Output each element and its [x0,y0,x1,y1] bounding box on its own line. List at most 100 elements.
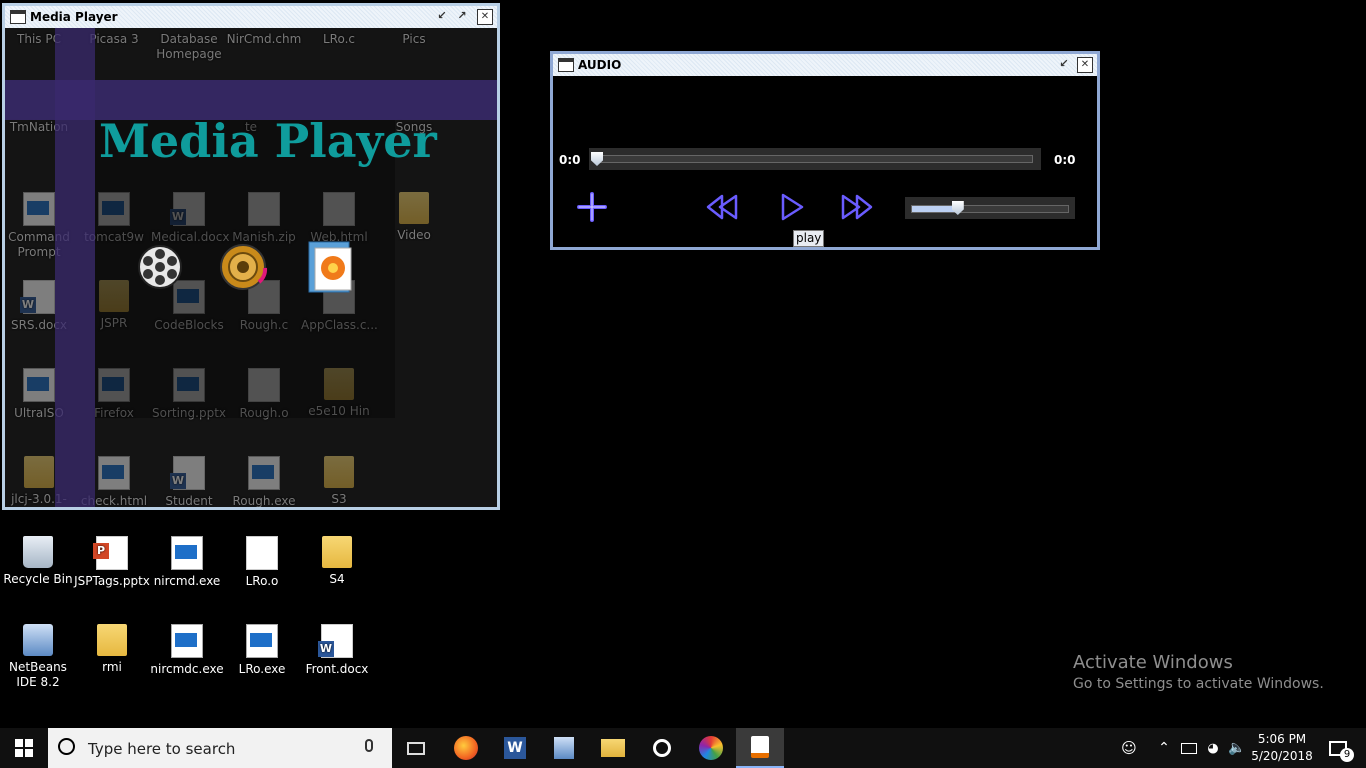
notification-badge: 9 [1340,748,1354,762]
taskbar-app-picasa[interactable] [687,728,735,768]
photos-icon[interactable] [305,238,357,296]
recycle-bin-icon [23,536,53,568]
audio-title-bar[interactable]: AUDIO ↙ ✕ [553,54,1097,76]
desktop-icon-label: nircmdc.exe [150,662,224,676]
desktop-icon-label: LRo.o [245,574,279,588]
desktop-icon-label: rmi [102,660,122,674]
file-explorer-icon [601,739,625,757]
taskbar-app-file-explorer[interactable] [589,728,637,768]
seek-slider[interactable] [589,148,1041,170]
desktop-icon-label: Recycle Bin [3,572,73,586]
play-button[interactable] [775,192,809,222]
media-player-heading: Media Player [99,114,437,168]
battery-icon [1181,742,1197,754]
volume-button[interactable]: 🔈 [1226,728,1248,768]
folder-icon [97,624,127,656]
taskbar-app-media[interactable] [638,728,686,768]
play-icon [781,193,804,221]
wifi-icon: ◕ [1207,740,1219,756]
desktop-icon-recycle-bin[interactable]: Recycle Bin [0,536,76,587]
minimize-button[interactable]: ↙ [435,9,449,23]
action-center-button[interactable]: 9 [1318,728,1358,768]
desktop-icon-label: JSPTags.pptx [74,574,150,588]
media-player-content: This PC Picasa 3 Database Homepage NirCm… [5,28,497,507]
netbeans-icon [23,624,53,656]
desktop-icon-label: NetBeans IDE 8.2 [9,660,67,689]
folder-icon [322,536,352,568]
clock-time: 5:06 PM [1257,732,1307,746]
audio-content: 0:0 0:0 play [553,76,1097,247]
search-input[interactable]: Type here to search [48,728,392,768]
clock-date: 5/20/2018 [1251,749,1313,763]
seek-track [595,155,1033,163]
video-reel-icon[interactable] [137,244,183,290]
executable-icon [246,624,278,658]
people-button[interactable]: ☺ [1116,728,1142,768]
close-button[interactable]: ✕ [1077,57,1093,73]
restore-button[interactable]: ↙ [1057,57,1071,71]
behind-icon: Database Homepage [156,32,222,61]
maximize-button[interactable]: ↗ [455,9,469,23]
windows-logo-icon [15,739,33,757]
media-player-title-bar[interactable]: Media Player ↙ ↗ ✕ [5,6,497,28]
fast-forward-icon [841,194,873,220]
media-player-window[interactable]: Media Player ↙ ↗ ✕ This PC Picasa 3 Data… [2,3,500,510]
taskbar: Type here to search W ☺ ⌃ ◕ 🔈 5:06 PM 5/… [0,728,1366,768]
powerpoint-file-icon [93,536,128,570]
cortana-icon [58,738,75,755]
speaker-tray-icon: 🔈 [1228,740,1246,756]
behind-icon: Pics [402,32,426,46]
microphone-icon[interactable] [365,739,373,752]
plus-icon [577,192,607,222]
desktop-icon-nircmd[interactable]: nircmd.exe [149,536,225,589]
java-icon [751,736,769,758]
desktop-icon-lro-o[interactable]: LRo.o [224,536,300,589]
desktop-icon-s4[interactable]: S4 [299,536,375,587]
word-icon: W [504,737,526,759]
desktop-icon-label: S4 [329,572,345,586]
desktop-icon-jsptags[interactable]: JSPTags.pptx [74,536,150,589]
search-placeholder: Type here to search [88,740,236,758]
add-media-button[interactable] [575,192,609,222]
firefox-icon [454,736,478,760]
activation-subtitle: Go to Settings to activate Windows. [1073,676,1324,692]
play-tooltip: play [793,230,825,247]
desktop-icon-front-docx[interactable]: Front.docx [299,624,375,677]
volume-slider[interactable] [905,197,1075,219]
picasa-icon [699,736,723,760]
taskbar-app-word[interactable]: W [491,728,539,768]
desktop-icon-netbeans[interactable]: NetBeans IDE 8.2 [0,624,76,690]
behind-icon: NirCmd.chm [226,32,302,46]
network-button[interactable]: ◕ [1202,728,1224,768]
behind-icon: LRo.c [322,32,356,46]
elapsed-time: 0:0 [559,153,581,167]
window-app-icon [10,10,26,24]
clock[interactable]: 5:06 PM 5/20/2018 [1250,731,1314,765]
seek-thumb[interactable] [591,152,603,166]
people-icon: ☺ [1121,739,1137,757]
speaker-icon[interactable] [219,242,269,292]
task-view-button[interactable] [392,728,440,768]
behind-icon: Student Database M... [151,456,227,507]
window-title: Media Player [30,10,118,24]
activation-watermark: Activate Windows Go to Settings to activ… [1073,652,1324,692]
volume-fill [912,206,959,212]
taskbar-app-firefox[interactable] [442,728,490,768]
window-title: AUDIO [578,58,622,72]
battery-button[interactable] [1178,728,1200,768]
rewind-button[interactable] [705,192,739,222]
desktop-icon-label: Front.docx [305,662,369,676]
fast-forward-button[interactable] [840,192,874,222]
start-button[interactable] [0,728,48,768]
show-hidden-icons-button[interactable]: ⌃ [1152,728,1176,768]
duration-time: 0:0 [1054,153,1076,167]
accent-band-vertical [55,28,95,507]
audio-window[interactable]: AUDIO ↙ ✕ 0:0 0:0 play [550,51,1100,250]
desktop-icon-rmi[interactable]: rmi [74,624,150,675]
behind-icon: S3 [301,456,377,507]
taskbar-app-java[interactable] [736,728,784,768]
desktop-icon-lro-exe[interactable]: LRo.exe [224,624,300,677]
taskbar-app-virtualbox[interactable] [540,728,588,768]
close-button[interactable]: ✕ [477,9,493,25]
desktop-icon-nircmdc[interactable]: nircmdc.exe [149,624,225,677]
